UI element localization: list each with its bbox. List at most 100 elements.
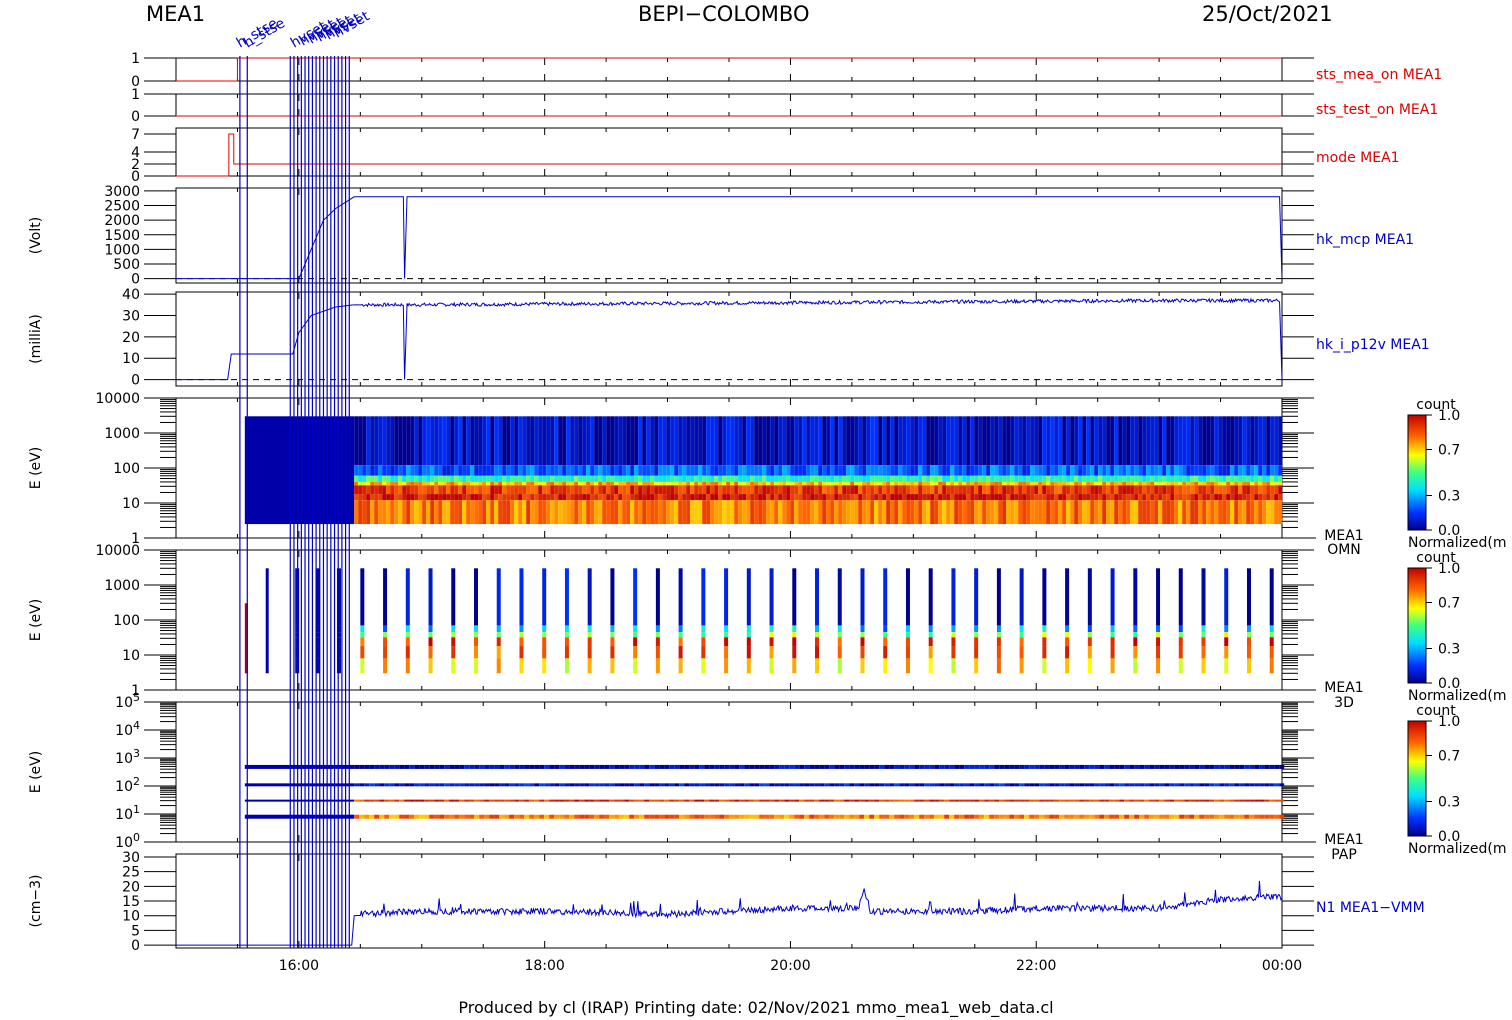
spectrogram-cell xyxy=(1270,485,1275,495)
spectrogram-cell xyxy=(1024,814,1030,819)
spectrogram-cell xyxy=(610,475,615,482)
spectrogram-cell xyxy=(1124,783,1130,787)
spectrogram-bar xyxy=(1133,568,1138,626)
spectrogram-cell xyxy=(1149,783,1155,787)
spectrogram-cell xyxy=(824,814,830,819)
spectrogram-cell xyxy=(459,814,465,819)
panel-label: N1 MEA1−VMM xyxy=(1316,900,1425,916)
spectrogram-cell xyxy=(530,481,535,486)
spectrogram-cell xyxy=(770,475,775,482)
spectrogram-cell xyxy=(399,799,405,802)
spectrogram-cell xyxy=(602,416,607,466)
spectrogram-bar xyxy=(951,658,956,674)
spectrogram-cell xyxy=(870,475,875,482)
spectrogram-bar xyxy=(496,568,501,626)
spectrogram-cell xyxy=(529,814,535,819)
spectrogram-cell xyxy=(474,500,479,525)
spectrogram-cell xyxy=(614,475,619,482)
spectrogram-cell xyxy=(1026,465,1031,476)
spectrogram-cell xyxy=(1249,814,1255,819)
spectrogram-cell xyxy=(1114,465,1119,476)
spectrogram-cell xyxy=(838,481,843,486)
spectrogram-cell xyxy=(1094,481,1099,486)
spectrogram-cell xyxy=(1018,500,1023,525)
spectrogram-bar xyxy=(769,637,774,647)
colorbar-tick-label: 0.3 xyxy=(1438,489,1460,505)
spectrogram-bar xyxy=(1178,625,1183,633)
spectrogram-cell xyxy=(1186,465,1191,476)
spectrogram-cell xyxy=(754,814,760,819)
spectrogram-cell xyxy=(979,783,985,787)
spectrogram-cell xyxy=(618,481,623,486)
spectrogram-cell xyxy=(562,475,567,482)
spectrogram-cell xyxy=(944,764,950,769)
spectrogram-cell xyxy=(444,783,450,787)
spectrogram-cell xyxy=(1190,475,1195,482)
spectrogram-cell xyxy=(1019,764,1025,769)
spectrogram-cell xyxy=(1154,465,1159,476)
spectrogram-cell xyxy=(762,485,767,495)
spectrogram-cell xyxy=(378,481,383,486)
spectrogram-cell xyxy=(438,494,443,501)
spectrogram-cell xyxy=(1130,481,1135,486)
spectrogram-bar xyxy=(860,568,865,626)
spectrogram-cell xyxy=(959,799,965,802)
spectrogram-cell xyxy=(974,465,979,476)
spectrogram-bar xyxy=(1042,625,1047,633)
spectrogram-cell xyxy=(582,485,587,495)
spectrogram-cell xyxy=(574,500,579,525)
spectrogram-cell xyxy=(478,494,483,501)
y-tick-label: 5 xyxy=(131,923,140,939)
spectrogram-cell xyxy=(814,475,819,482)
spectrogram-cell xyxy=(426,500,431,525)
spectrogram-cell xyxy=(1064,799,1070,802)
spectrogram-cell xyxy=(518,494,523,501)
spectrogram-cell xyxy=(1078,494,1083,501)
panel-label: sts_test_on MEA1 xyxy=(1316,102,1438,118)
spectrogram-cell xyxy=(894,764,900,769)
spectrogram-cell xyxy=(804,799,810,802)
spectrogram-cell xyxy=(606,485,611,495)
spectrogram-cell xyxy=(778,481,783,486)
spectrogram-cell xyxy=(1242,485,1247,495)
spectrogram-bar xyxy=(905,632,910,638)
spectrogram-cell xyxy=(686,475,691,482)
spectrogram-cell xyxy=(830,500,835,525)
spectrogram-cell xyxy=(886,416,891,466)
spectrogram-cell xyxy=(1238,475,1243,482)
spectrogram-cell xyxy=(374,494,379,501)
spectrogram-cell xyxy=(378,485,383,495)
spectrogram-cell xyxy=(862,465,867,476)
spectrogram-cell xyxy=(1022,416,1027,466)
spectrogram-cell xyxy=(702,475,707,482)
spectrogram-bar xyxy=(746,637,751,647)
spectrogram-cell xyxy=(1039,764,1045,769)
spectrogram-cell xyxy=(1134,500,1139,525)
spectrogram-cell xyxy=(806,475,811,482)
spectrogram-cell xyxy=(394,500,399,525)
spectrogram-cell xyxy=(982,475,987,482)
spectrogram-cell xyxy=(1142,465,1147,476)
spectrogram-cell xyxy=(574,783,580,787)
spectrogram-cell xyxy=(534,416,539,466)
spectrogram-cell xyxy=(1270,416,1275,466)
spectrogram-cell xyxy=(886,494,891,501)
spectrogram-cell xyxy=(798,485,803,495)
spectrogram-bar xyxy=(474,625,479,633)
spectrogram-bar xyxy=(564,637,569,647)
spectrogram-cell xyxy=(934,500,939,525)
spectrogram-cell xyxy=(974,814,980,819)
spectrogram-cell xyxy=(1050,416,1055,466)
spectrogram-cell xyxy=(1098,500,1103,525)
spectrogram-cell xyxy=(662,485,667,495)
spectrogram-cell xyxy=(1086,485,1091,495)
spectrogram-cell xyxy=(942,500,947,525)
spectrogram-cell xyxy=(1194,814,1200,819)
spectrogram-cell xyxy=(964,764,970,769)
spectrogram-cell xyxy=(482,465,487,476)
spectrogram-cell xyxy=(779,799,785,802)
spectrogram-cell xyxy=(666,485,671,495)
spectrogram-cell xyxy=(506,475,511,482)
spectrogram-cell xyxy=(922,465,927,476)
spectrogram-cell xyxy=(914,485,919,495)
